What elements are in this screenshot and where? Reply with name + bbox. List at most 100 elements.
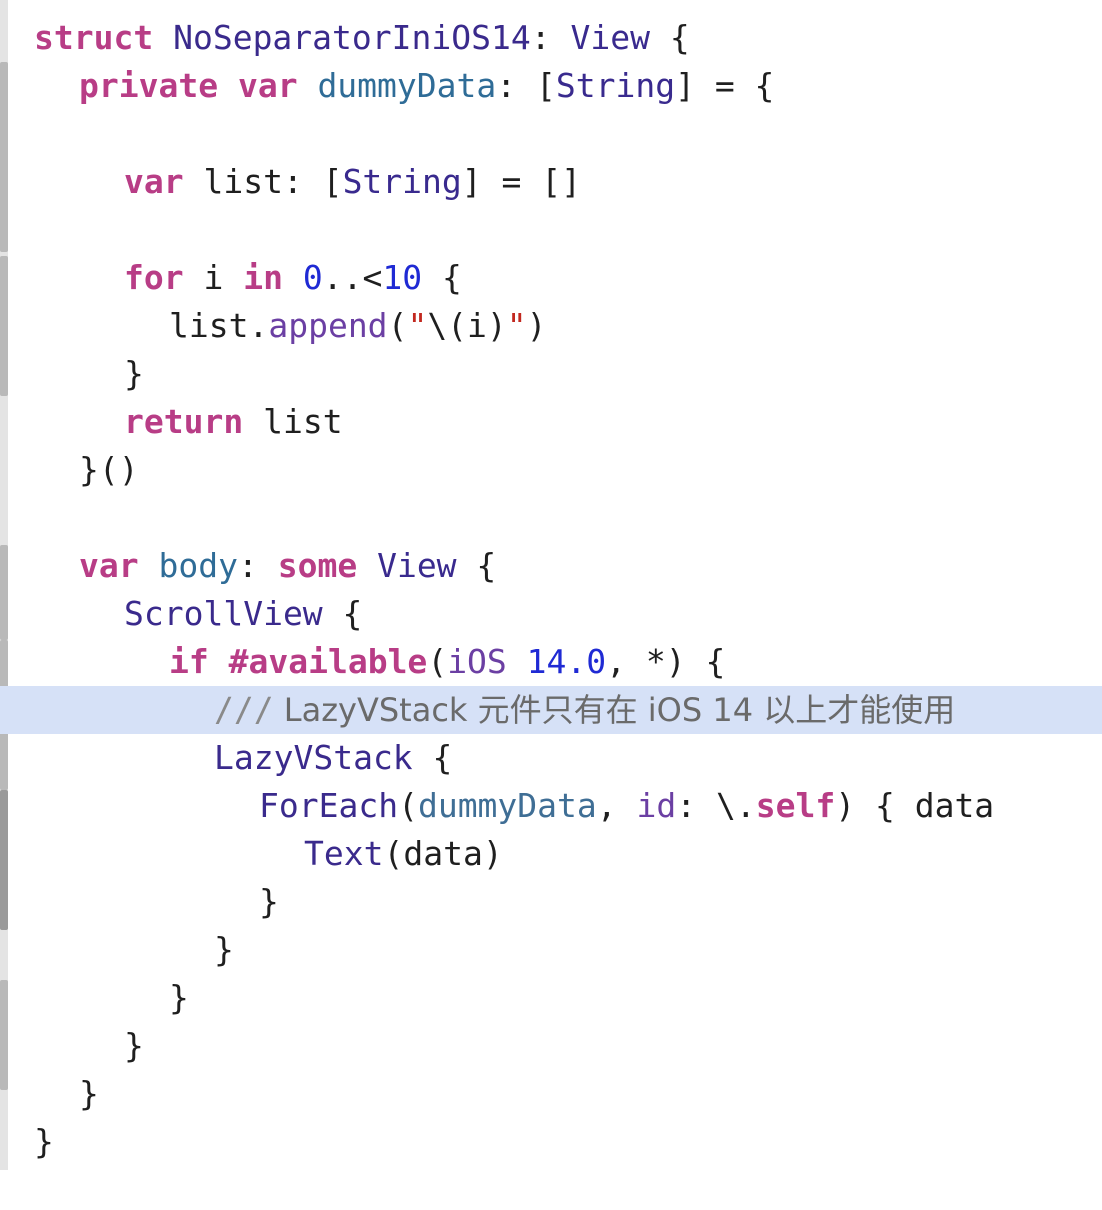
code-line[interactable]: var list: [String] = [] <box>0 158 1102 206</box>
code-token: if <box>169 642 209 681</box>
code-token: ) { data <box>835 786 995 825</box>
code-token: 0 <box>302 258 323 297</box>
code-token: var <box>79 546 139 585</box>
code-line[interactable] <box>0 494 1102 542</box>
code-token: private <box>79 66 219 105</box>
code-token: dummyData <box>417 786 597 825</box>
code-token: " <box>506 306 527 345</box>
code-token: for <box>124 258 184 297</box>
code-token: id <box>636 786 677 825</box>
code-line[interactable]: for i in 0..<10 { <box>0 254 1102 302</box>
code-line[interactable]: } <box>0 926 1102 974</box>
code-token: i <box>183 258 244 297</box>
code-token: } <box>34 1122 54 1161</box>
code-line[interactable]: Text(data) <box>0 830 1102 878</box>
code-token: ..< <box>322 258 383 297</box>
code-line[interactable]: } <box>0 878 1102 926</box>
code-line[interactable]: LazyVStack { <box>0 734 1102 782</box>
code-token: append <box>268 306 388 345</box>
code-token: : <box>237 546 278 585</box>
code-token: ForEach <box>259 786 399 825</box>
code-token: { <box>412 738 453 777</box>
code-token: dummyData <box>317 66 497 105</box>
code-line[interactable]: } <box>0 350 1102 398</box>
code-token: ) <box>526 306 547 345</box>
code-line[interactable] <box>0 206 1102 254</box>
code-token: { <box>322 594 363 633</box>
code-token: } <box>214 930 234 969</box>
code-token: ( <box>387 306 408 345</box>
code-token: ScrollView <box>124 594 323 633</box>
code-token: iOS <box>447 642 507 681</box>
code-token: } <box>79 1074 99 1113</box>
code-token: some <box>277 546 358 585</box>
code-line[interactable]: list.append("\(i)") <box>0 302 1102 350</box>
code-token: } <box>124 354 144 393</box>
code-token: { <box>649 18 690 57</box>
code-token: list <box>243 402 343 441</box>
code-line[interactable]: } <box>0 1118 1102 1166</box>
code-line[interactable]: ForEach(dummyData, id: \.self) { data <box>0 782 1102 830</box>
code-token: self <box>755 786 836 825</box>
code-token: { <box>422 258 462 297</box>
code-line[interactable]: struct NoSeparatorIniOS14: View { <box>0 14 1102 62</box>
code-line[interactable]: return list <box>0 398 1102 446</box>
code-token: /// <box>214 690 274 729</box>
code-token: (data) <box>383 834 503 873</box>
code-token: Text <box>304 834 384 873</box>
code-line[interactable]: var body: some View { <box>0 542 1102 590</box>
code-token: ( <box>427 642 448 681</box>
code-token: String <box>342 162 462 201</box>
code-token: }() <box>79 450 139 489</box>
code-line[interactable]: } <box>0 974 1102 1022</box>
code-token: ( <box>398 786 418 825</box>
code-token: : <box>530 18 571 57</box>
code-token: View <box>570 18 650 57</box>
code-token: var <box>237 66 298 105</box>
code-token: in <box>243 258 283 297</box>
code-token: View <box>377 546 457 585</box>
code-token: \(i) <box>427 306 507 345</box>
code-token: #available <box>228 642 428 681</box>
code-token: list. <box>169 306 269 345</box>
code-line[interactable]: private var dummyData: [String] = { <box>0 62 1102 110</box>
code-token: 10 <box>382 258 423 297</box>
code-line[interactable]: } <box>0 1070 1102 1118</box>
code-token: , <box>596 786 637 825</box>
code-line[interactable]: if #available(iOS 14.0, *) { <box>0 638 1102 686</box>
code-line[interactable]: ScrollView { <box>0 590 1102 638</box>
code-token: LazyVStack 元件只有在 iOS 14 以上才能使用 <box>273 691 956 729</box>
code-token: var <box>124 162 184 201</box>
code-token: return <box>124 402 244 441</box>
code-token: } <box>259 882 279 921</box>
code-token: ] = { <box>675 66 775 105</box>
code-editor[interactable]: struct NoSeparatorIniOS14: View {private… <box>0 14 1102 1166</box>
code-token: , *) { <box>606 642 726 681</box>
code-token: ] = [] <box>461 162 581 201</box>
code-token: { <box>456 546 497 585</box>
code-token: : \. <box>676 786 756 825</box>
code-token: struct <box>34 18 154 57</box>
code-token: " <box>407 306 428 345</box>
code-line[interactable]: }() <box>0 446 1102 494</box>
code-line[interactable]: } <box>0 1022 1102 1070</box>
code-token: LazyVStack <box>214 738 413 777</box>
code-token: } <box>124 1026 144 1065</box>
code-token: } <box>169 978 189 1017</box>
code-token: String <box>555 66 676 105</box>
code-token: NoSeparatorIniOS14 <box>173 18 531 57</box>
code-token: 14.0 <box>526 642 607 681</box>
highlighted-code-line[interactable]: /// LazyVStack 元件只有在 iOS 14 以上才能使用 <box>0 686 1102 734</box>
code-line[interactable] <box>0 110 1102 158</box>
code-token: body <box>158 546 238 585</box>
code-token: : [ <box>496 66 556 105</box>
code-token: list: [ <box>183 162 343 201</box>
